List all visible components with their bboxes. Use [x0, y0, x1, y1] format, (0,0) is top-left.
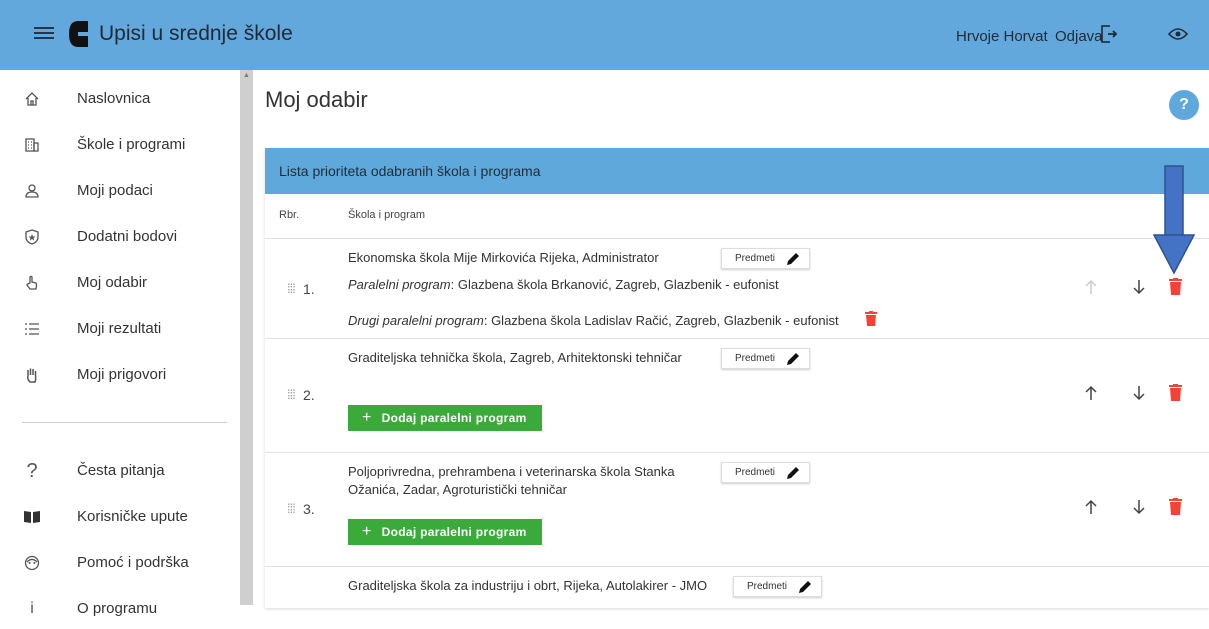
- table-row: ⁞⁞⁞ 3. Poljoprivredna, prehrambena i vet…: [265, 452, 1209, 566]
- app-title: Upisi u srednje škole: [99, 22, 293, 45]
- predmeti-button[interactable]: Predmeti: [721, 348, 810, 369]
- sidebar-item-skole[interactable]: Škole i programi: [0, 125, 240, 165]
- predmeti-label: Predmeti: [735, 253, 776, 264]
- book-icon: [22, 507, 42, 527]
- list-icon: [22, 319, 42, 339]
- delete-icon[interactable]: [1169, 278, 1182, 295]
- logout-button[interactable]: Odjava: [1055, 28, 1103, 45]
- school-program: Ekonomska škola Mije Mirkovića Rijeka, A…: [348, 250, 659, 265]
- sidebar-item-label: Moji podaci: [77, 182, 153, 199]
- sidebar-divider: [22, 422, 227, 423]
- predmeti-label: Predmeti: [747, 581, 788, 592]
- pencil-icon: [787, 467, 799, 479]
- sidebar-item-label: Naslovnica: [77, 90, 151, 107]
- sidebar-item-pomoc-podrska[interactable]: Pomoć i podrška: [0, 543, 240, 583]
- school-program: Poljoprivredna, prehrambena i veterinars…: [348, 464, 675, 497]
- row-number: 2.: [303, 387, 315, 403]
- sidebar-item-moji-rezultati[interactable]: Moji rezultati: [0, 309, 240, 349]
- predmeti-button[interactable]: Predmeti: [733, 576, 822, 597]
- pencil-icon: [799, 581, 811, 593]
- support-icon: [22, 553, 42, 573]
- sidebar-item-label: Moji rezultati: [77, 320, 162, 337]
- menu-icon[interactable]: [34, 24, 54, 44]
- school-program: Graditeljska tehnička škola, Zagreb, Arh…: [348, 350, 682, 365]
- question-icon: ?: [26, 459, 38, 482]
- sidebar-item-label: Škole i programi: [77, 136, 186, 153]
- sidebar-item-dodatni-bodovi[interactable]: Dodatni bodovi: [0, 217, 240, 257]
- delete-icon[interactable]: [1169, 498, 1182, 515]
- raised-hand-icon: [22, 365, 42, 385]
- move-down-icon[interactable]: [1132, 279, 1146, 295]
- predmeti-label: Predmeti: [735, 353, 776, 364]
- sidebar-item-moj-odabir[interactable]: Moj odabir: [0, 263, 240, 303]
- logo: [69, 21, 89, 47]
- drag-handle-icon[interactable]: ⁞⁞⁞: [287, 387, 296, 402]
- column-header-skola: Škola i program: [348, 209, 426, 221]
- building-icon: [22, 135, 42, 155]
- predmeti-button[interactable]: Predmeti: [721, 248, 810, 269]
- shield-star-icon: [22, 227, 42, 247]
- predmeti-button[interactable]: Predmeti: [721, 462, 810, 483]
- sidebar-item-korisnicke-upute[interactable]: Korisničke upute: [0, 497, 240, 537]
- pencil-icon: [787, 253, 799, 265]
- card-header: Lista prioriteta odabranih škola i progr…: [265, 148, 1209, 194]
- row-number: 3.: [303, 501, 315, 517]
- delete-icon[interactable]: [1169, 384, 1182, 401]
- sidebar-item-label: Pomoć i podrška: [77, 554, 189, 571]
- table-row: Graditeljska škola za industriju i obrt,…: [265, 566, 1209, 608]
- row-number: 1.: [303, 281, 315, 297]
- scroll-up-icon[interactable]: ▲: [243, 72, 250, 79]
- column-header-rbr: Rbr.: [279, 209, 300, 221]
- help-button[interactable]: ?: [1169, 90, 1199, 120]
- move-down-icon[interactable]: [1132, 499, 1146, 515]
- school-program: Graditeljska škola za industriju i obrt,…: [348, 578, 708, 593]
- sidebar-item-label: Česta pitanja: [77, 462, 165, 479]
- second-parallel-program: Drugi paralelni program: Glazbena škola …: [348, 313, 839, 328]
- logout-icon[interactable]: [1100, 24, 1120, 44]
- sidebar-item-o-programu[interactable]: i O programu: [0, 589, 240, 629]
- delete-parallel-icon[interactable]: [865, 311, 877, 326]
- card-title: Lista prioriteta odabranih škola i progr…: [279, 163, 541, 179]
- eye-icon[interactable]: [1168, 27, 1188, 41]
- pencil-icon: [787, 353, 799, 365]
- priority-list-card: Lista prioriteta odabranih škola i progr…: [265, 148, 1209, 608]
- main-content: Moj odabir ? Lista prioriteta odabranih …: [253, 70, 1209, 608]
- sidebar-item-naslovnica[interactable]: Naslovnica: [0, 79, 240, 119]
- sidebar-item-label: Dodatni bodovi: [77, 228, 178, 245]
- top-bar: Upisi u srednje škole Hrvoje Horvat Odja…: [0, 0, 1209, 70]
- sidebar-item-label: O programu: [77, 600, 158, 617]
- table-row: ⁞⁞⁞ 2. Graditeljska tehnička škola, Zagr…: [265, 338, 1209, 452]
- user-name[interactable]: Hrvoje Horvat: [956, 28, 1048, 45]
- sidebar-item-label: Moji prigovori: [77, 366, 167, 383]
- predmeti-label: Predmeti: [735, 467, 776, 478]
- page-title: Moj odabir: [265, 87, 368, 112]
- sidebar-item-label: Korisničke upute: [77, 508, 188, 525]
- drag-handle-icon[interactable]: ⁞⁞⁞: [287, 281, 296, 296]
- user-icon: [22, 181, 42, 201]
- add-parallel-program-button[interactable]: + Dodaj paralelni program: [348, 519, 542, 545]
- drag-handle-icon[interactable]: ⁞⁞⁞: [287, 501, 296, 516]
- info-icon: i: [30, 600, 34, 617]
- hand-pointer-icon: [22, 273, 42, 293]
- parallel-program: Paralelni program: Glazbena škola Brkano…: [348, 277, 779, 292]
- sidebar-item-moji-podaci[interactable]: Moji podaci: [0, 171, 240, 211]
- move-up-icon[interactable]: [1084, 279, 1098, 295]
- sidebar-item-label: Moj odabir: [77, 274, 148, 291]
- move-up-icon[interactable]: [1084, 385, 1098, 401]
- move-up-icon[interactable]: [1084, 499, 1098, 515]
- table-row: ⁞⁞⁞ 1. Ekonomska škola Mije Mirkovića Ri…: [265, 238, 1209, 338]
- home-icon: [22, 89, 42, 109]
- annotation-arrow-icon: [1152, 165, 1196, 275]
- move-down-icon[interactable]: [1132, 385, 1146, 401]
- add-parallel-program-button[interactable]: + Dodaj paralelni program: [348, 405, 542, 431]
- sidebar-item-cesta-pitanja[interactable]: ? Česta pitanja: [0, 451, 240, 491]
- plus-icon: +: [362, 523, 372, 540]
- plus-icon: +: [362, 409, 372, 426]
- sidebar: Naslovnica Škole i programi Moji podaci …: [0, 70, 253, 617]
- sidebar-item-moji-prigovori[interactable]: Moji prigovori: [0, 355, 240, 395]
- sidebar-scrollbar[interactable]: [240, 70, 253, 605]
